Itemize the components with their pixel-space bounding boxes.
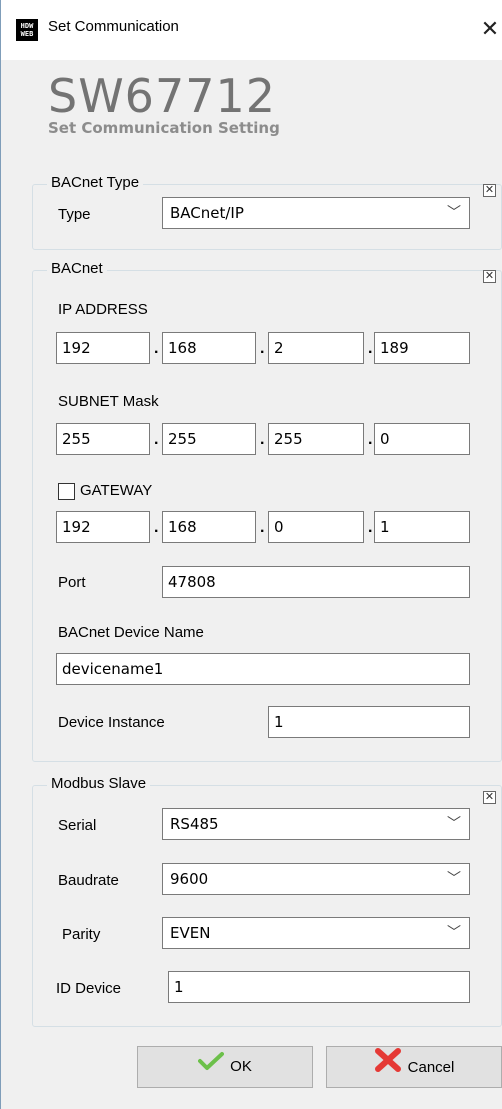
subnet-octet-3[interactable]: 255 [268, 423, 364, 455]
gateway-octet-1[interactable]: 192 [56, 511, 150, 543]
gateway-octet-3[interactable]: 0 [268, 511, 364, 543]
close-button[interactable]: ✕ [477, 14, 502, 44]
type-select[interactable]: BACnet/IP ﹀ [162, 197, 470, 229]
chevron-down-icon: ﹀ [447, 816, 461, 832]
bacnet-type-collapse-icon[interactable]: ✕ [483, 184, 496, 197]
cancel-x-icon [374, 1047, 402, 1089]
baudrate-label: Baudrate [58, 872, 119, 889]
gateway-octet-2[interactable]: 168 [162, 511, 256, 543]
chevron-down-icon: ﹀ [447, 925, 461, 941]
ip-dot: . [260, 340, 265, 357]
parity-select-value: EVEN [170, 924, 211, 942]
subnet-octet-2[interactable]: 255 [162, 423, 256, 455]
ip-octet-2[interactable]: 168 [162, 332, 256, 364]
bacnet-legend: BACnet [47, 260, 107, 277]
product-subtitle: Set Communication Setting [48, 119, 280, 137]
ip-address-label: IP ADDRESS [58, 301, 148, 318]
baudrate-select-value: 9600 [170, 870, 209, 888]
type-select-value: BACnet/IP [170, 204, 244, 222]
serial-label: Serial [58, 817, 97, 834]
close-icon: ✕ [480, 16, 500, 41]
cancel-button[interactable]: Cancel [326, 1046, 502, 1088]
ip-octet-1[interactable]: 192 [56, 332, 150, 364]
device-instance-input[interactable]: 1 [268, 706, 470, 738]
modbus-slave-legend: Modbus Slave [47, 775, 151, 792]
gateway-dot: . [154, 519, 159, 536]
gateway-label: GATEWAY [80, 482, 153, 499]
parity-select[interactable]: EVEN ﹀ [162, 917, 470, 949]
ok-button[interactable]: OK [137, 1046, 313, 1088]
ip-octet-3[interactable]: 2 [268, 332, 364, 364]
gateway-dot: . [260, 519, 265, 536]
parity-label: Parity [62, 926, 101, 943]
serial-select-value: RS485 [170, 815, 219, 833]
window-title: Set Communication [48, 18, 179, 35]
ip-dot: . [154, 340, 159, 357]
set-communication-window: HDW WEB Set Communication ✕ SW67712 Set C… [0, 0, 502, 1109]
device-name-input[interactable]: devicename1 [56, 653, 470, 685]
ip-dot: . [368, 340, 373, 357]
app-icon: HDW WEB [16, 19, 38, 41]
port-input[interactable]: 47808 [162, 566, 470, 598]
ip-octet-4[interactable]: 189 [374, 332, 470, 364]
port-label: Port [58, 574, 86, 591]
id-device-input[interactable]: 1 [168, 971, 470, 1003]
device-name-label: BACnet Device Name [58, 624, 204, 641]
gateway-dot: . [368, 519, 373, 536]
id-device-label: ID Device [56, 980, 122, 997]
subnet-dot: . [368, 431, 373, 448]
bacnet-type-legend: BACnet Type [47, 174, 144, 191]
subnet-mask-label: SUBNET Mask [58, 393, 159, 410]
subnet-octet-4[interactable]: 0 [374, 423, 470, 455]
gateway-octet-4[interactable]: 1 [374, 511, 470, 543]
ok-button-label: OK [230, 1058, 252, 1075]
subnet-dot: . [154, 431, 159, 448]
baudrate-select[interactable]: 9600 ﹀ [162, 863, 470, 895]
checkmark-icon [198, 1047, 225, 1087]
device-instance-label: Device Instance [58, 714, 165, 731]
subnet-dot: . [260, 431, 265, 448]
bacnet-collapse-icon[interactable]: ✕ [483, 270, 496, 283]
subnet-octet-1[interactable]: 255 [56, 423, 150, 455]
title-bar: HDW WEB Set Communication ✕ [1, 0, 502, 60]
serial-select[interactable]: RS485 ﹀ [162, 808, 470, 840]
type-label: Type [58, 206, 91, 223]
gateway-checkbox[interactable] [58, 483, 75, 500]
chevron-down-icon: ﹀ [447, 871, 461, 887]
modbus-collapse-icon[interactable]: ✕ [483, 791, 496, 804]
chevron-down-icon: ﹀ [447, 205, 461, 221]
product-name: SW67712 [48, 69, 277, 123]
cancel-button-label: Cancel [407, 1058, 455, 1076]
